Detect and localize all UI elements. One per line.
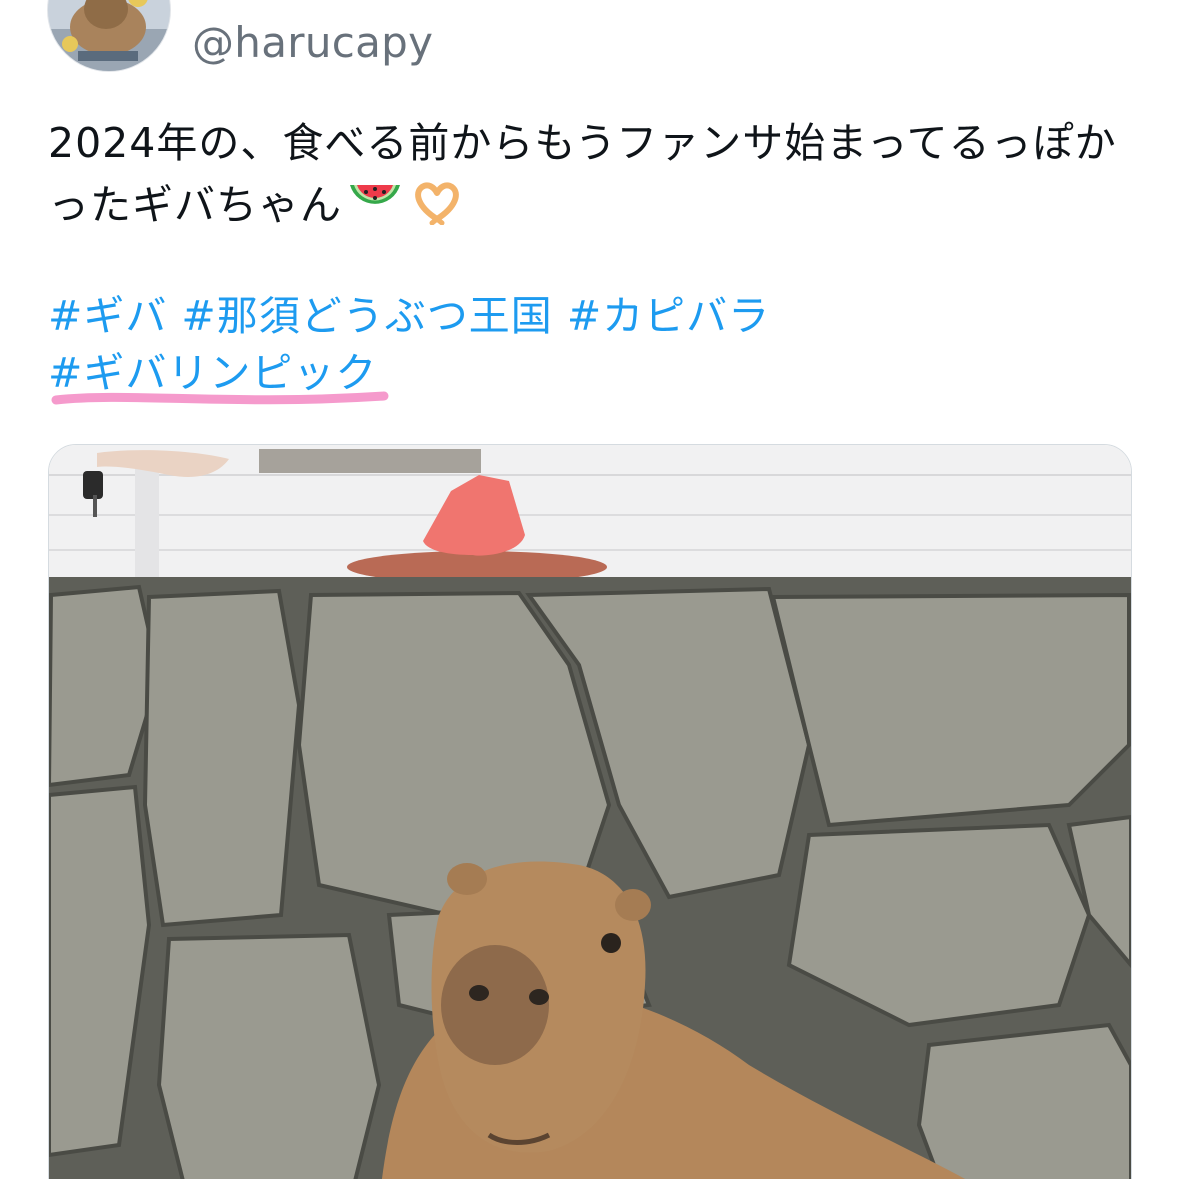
tweet-text-line: ったギバちゃん (48, 174, 1138, 242)
author-handle[interactable]: @harucapy (192, 18, 433, 67)
highlight-underline-icon (51, 391, 389, 405)
tweet-body: 2024年の、食べる前からもうファンサ始まってるっぽか ったギバちゃん (48, 112, 1138, 242)
tweet-view: @harucapy 2024年の、食べる前からもうファンサ始まってるっぽか った… (0, 0, 1179, 1179)
capybara-avatar-icon (48, 0, 170, 71)
hashtag-list: #ギバ #那須どうぶつ王国 #カピバラ #ギバリンピック (48, 288, 770, 402)
avatar[interactable] (47, 0, 171, 72)
hashtag-row: #ギバ #那須どうぶつ王国 #カピバラ (48, 288, 770, 345)
hashtag-link[interactable]: #那須どうぶつ王国 (181, 292, 552, 340)
hashtag-link[interactable]: #ギバ (48, 292, 167, 340)
hashtag-link[interactable]: #カピバラ (567, 292, 770, 340)
tweet-photo[interactable] (48, 444, 1132, 1179)
watermelon-icon (346, 179, 404, 242)
heart-hands-icon (408, 179, 466, 242)
capybara-photo-icon (49, 445, 1131, 1179)
tweet-text-fragment: ったギバちゃん (48, 181, 342, 229)
tweet-text-line: 2024年の、食べる前からもうファンサ始まってるっぽか (48, 119, 1117, 167)
